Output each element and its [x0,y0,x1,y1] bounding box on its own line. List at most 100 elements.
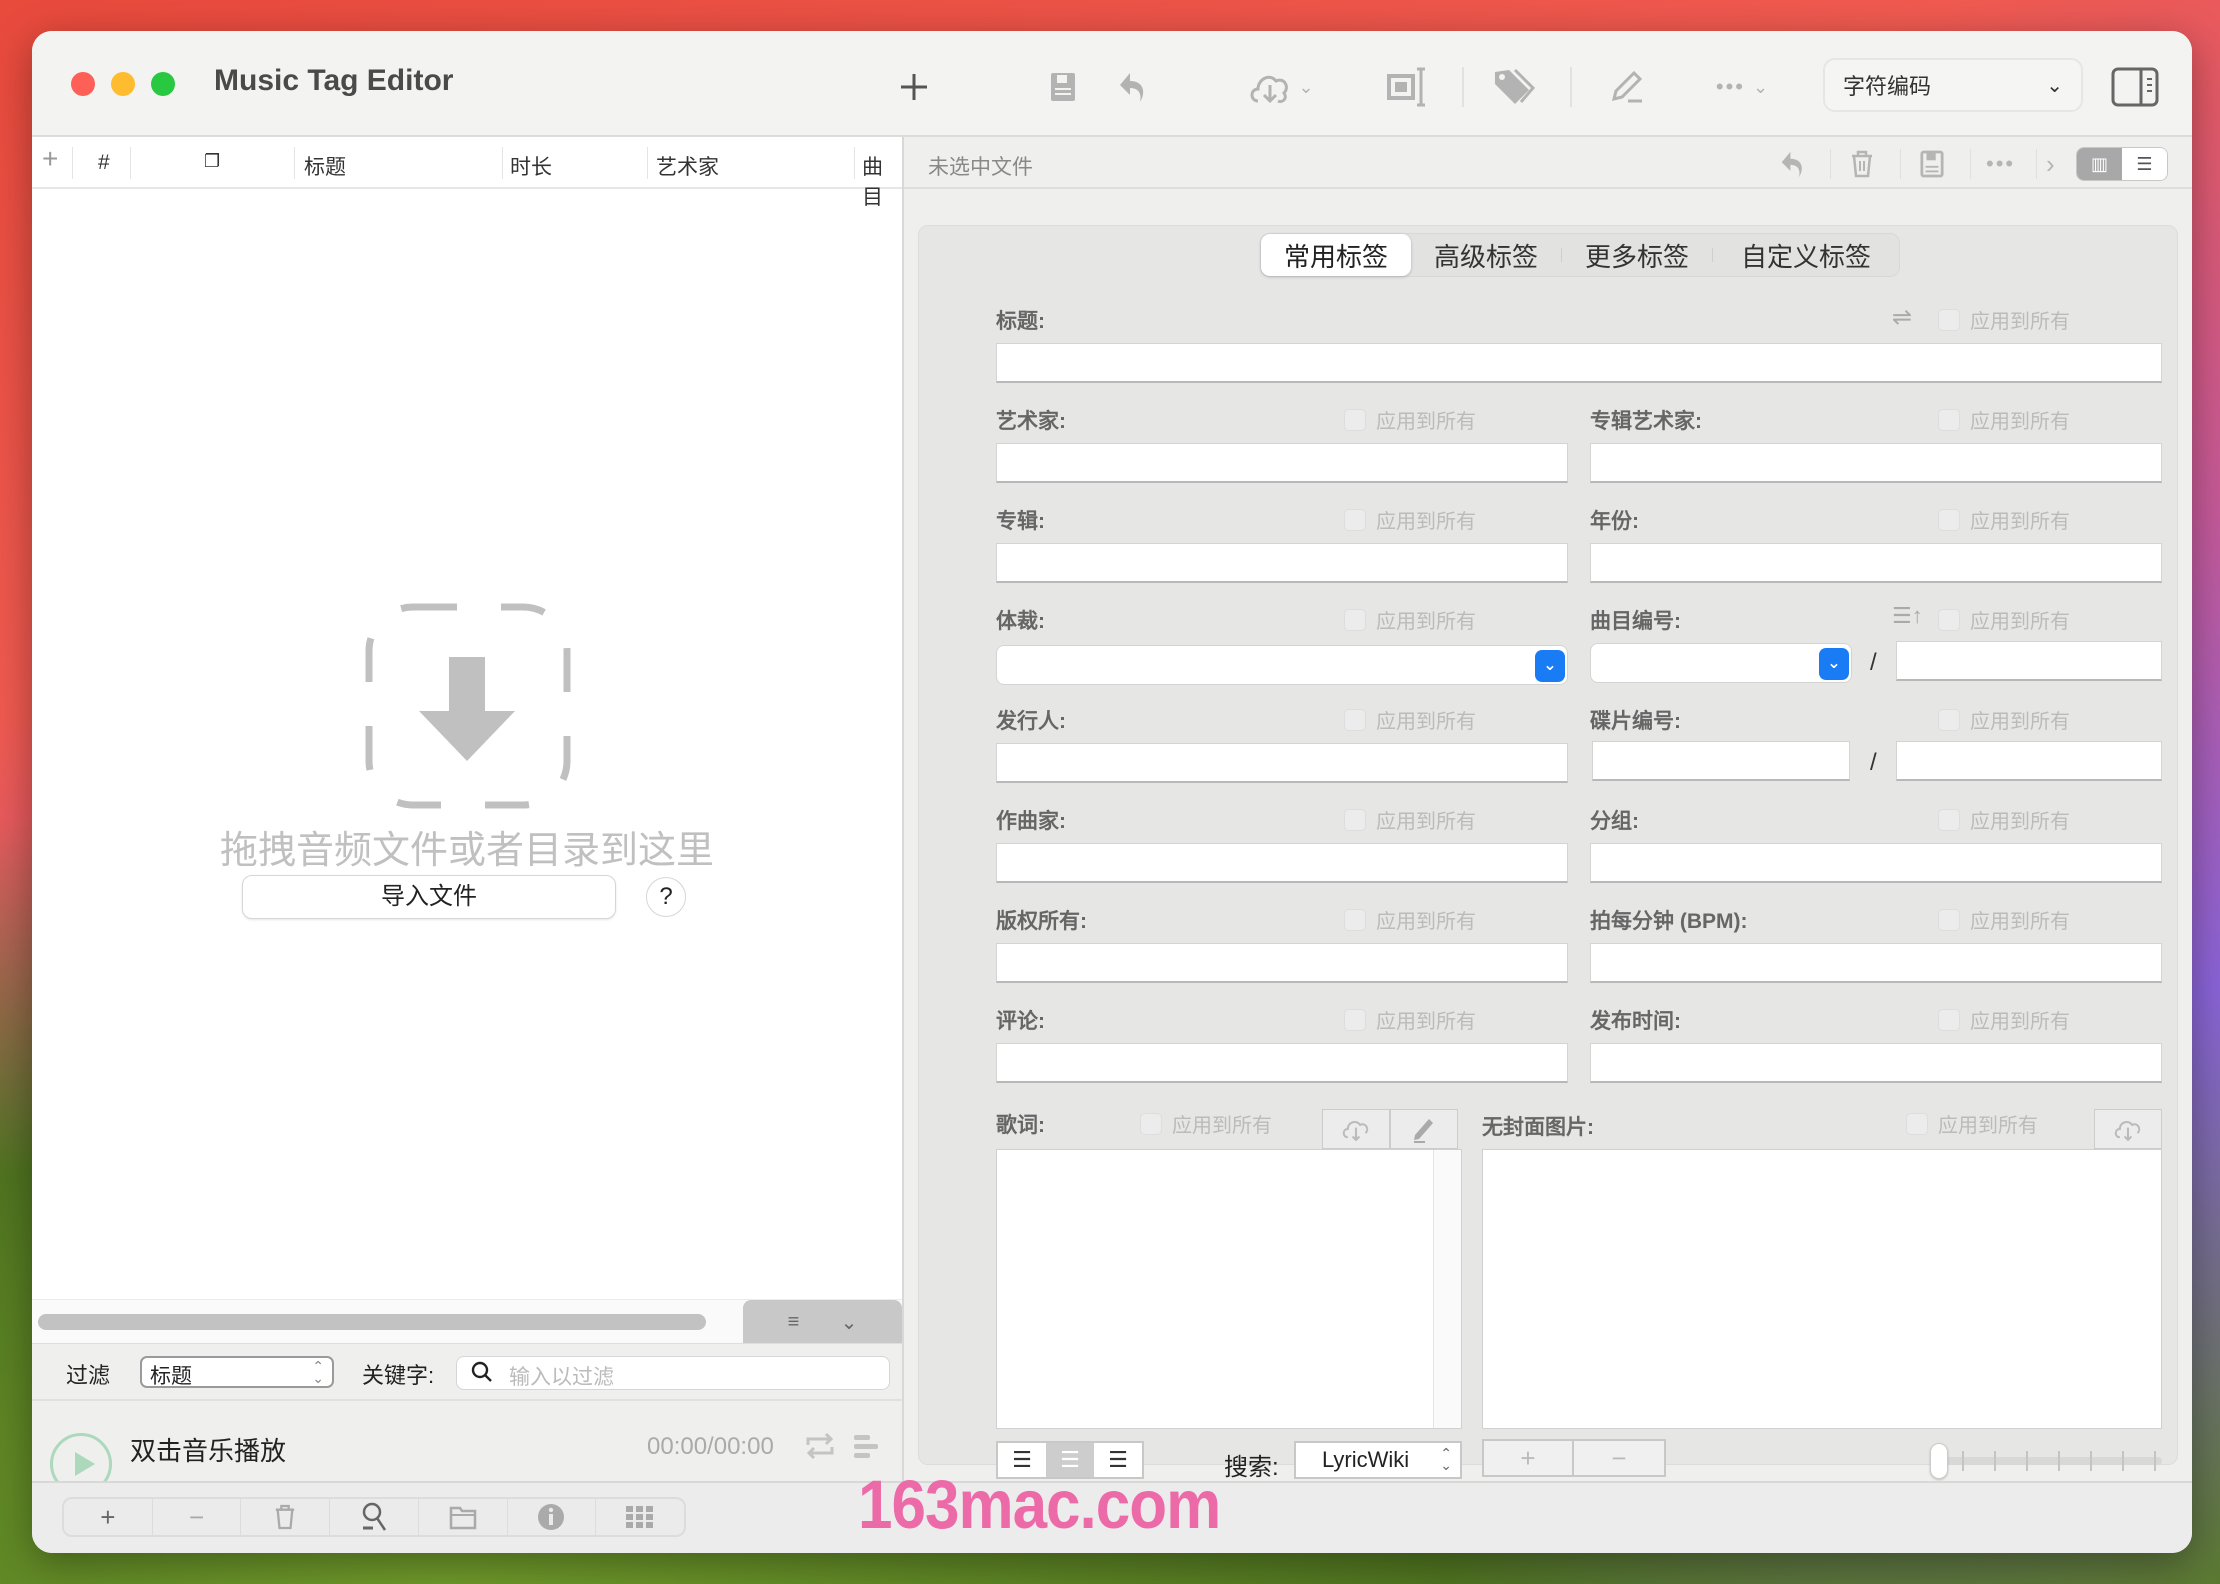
artist-apply-all[interactable]: 应用到所有 [1344,405,1476,434]
chevron-down-icon[interactable]: ⌄ [1819,648,1849,680]
lyrics-source-select[interactable]: LyricWiki ⌃ ⌄ [1294,1441,1462,1479]
column-number[interactable]: # [98,151,110,175]
auto-number-icon[interactable]: ☰↑ [1892,603,1923,629]
cloud-download-icon[interactable]: ⌄ [1246,69,1316,105]
chevron-down-icon[interactable]: ⌄ [841,1310,858,1335]
add-file-button[interactable]: + [64,1499,153,1535]
rename-icon[interactable] [1386,67,1430,107]
playlist-icon[interactable] [850,1433,878,1466]
checkbox[interactable] [1344,1008,1366,1031]
lyrics-textarea[interactable] [996,1149,1462,1429]
comment-input[interactable] [996,1043,1568,1083]
year-apply-all[interactable]: 应用到所有 [1938,505,2070,534]
chevron-down-icon[interactable]: ⌄ [1535,650,1565,682]
column-title[interactable]: 标题 [304,151,346,181]
release-time-apply-all[interactable]: 应用到所有 [1938,1005,2070,1034]
list-view-icon[interactable]: ☰ [2122,148,2167,180]
zoom-button[interactable] [151,72,175,96]
horizontal-scrollbar[interactable]: ≡ ⌄ [32,1299,902,1344]
lyrics-edit-button[interactable] [1390,1109,1458,1149]
info-icon[interactable] [508,1499,597,1535]
composer-input[interactable] [996,843,1568,883]
release-time-input[interactable] [1590,1043,2162,1083]
table-view-icon[interactable]: ▥ [2077,148,2122,180]
title-input[interactable] [996,343,2162,383]
trash-icon[interactable] [1850,149,1874,179]
more-icon[interactable]: ••• [1986,149,2015,179]
publisher-apply-all[interactable]: 应用到所有 [1344,705,1476,734]
tab-custom[interactable]: 自定义标签 [1713,234,1899,276]
revert-icon[interactable] [1780,149,1806,179]
track-number-combo[interactable]: ⌄ [1590,643,1852,683]
checkbox[interactable] [1938,308,1960,331]
checkbox[interactable] [1344,708,1366,731]
minimize-button[interactable] [111,72,135,96]
lyrics-apply-all[interactable]: 应用到所有 [1140,1109,1272,1138]
undo-icon[interactable] [1116,69,1150,105]
checkbox[interactable] [1344,908,1366,931]
encoding-select[interactable]: 字符编码 ⌄ [1823,58,2083,112]
publisher-input[interactable] [996,743,1568,783]
album-artist-input[interactable] [1590,443,2162,483]
cover-image-area[interactable] [1482,1149,2162,1429]
grouping-apply-all[interactable]: 应用到所有 [1938,805,2070,834]
year-input[interactable] [1590,543,2162,583]
tab-more[interactable]: 更多标签 [1562,234,1712,276]
track-apply-all[interactable]: 应用到所有 [1938,605,2070,634]
disc-total-input[interactable] [1896,741,2162,781]
checkbox[interactable] [1938,808,1960,831]
import-files-button[interactable]: 导入文件 [242,875,616,919]
filter-field-select[interactable]: 标题 ⌃ ⌄ [140,1356,334,1388]
lyrics-scrollbar[interactable] [1433,1150,1461,1428]
checkbox[interactable] [1938,908,1960,931]
column-track[interactable]: 曲目 [862,151,902,211]
search-file-icon[interactable] [330,1499,419,1535]
close-button[interactable] [71,72,95,96]
tab-advanced[interactable]: 高级标签 [1411,234,1561,276]
add-icon[interactable] [894,69,934,105]
checkbox[interactable] [1938,708,1960,731]
save-icon[interactable] [1920,149,1944,179]
checkbox[interactable] [1344,608,1366,631]
column-artwork-icon[interactable]: ❐ [204,151,220,172]
chevron-right-icon[interactable]: › [2046,149,2055,179]
more-icon[interactable]: ••• ⌄ [1708,69,1778,105]
checkbox[interactable] [1344,508,1366,531]
save-icon[interactable] [1048,69,1078,105]
trash-icon[interactable] [241,1499,331,1535]
artist-input[interactable] [996,443,1568,483]
help-button[interactable]: ? [646,877,686,917]
checkbox[interactable] [1906,1112,1928,1135]
copyright-apply-all[interactable]: 应用到所有 [1344,905,1476,934]
genre-apply-all[interactable]: 应用到所有 [1344,605,1476,634]
add-column-icon[interactable]: + [42,143,58,175]
checkbox[interactable] [1938,608,1960,631]
view-mode-toggle[interactable]: ▥ ☰ [2076,147,2168,181]
composer-apply-all[interactable]: 应用到所有 [1344,805,1476,834]
tab-common[interactable]: 常用标签 [1261,234,1411,276]
bpm-input[interactable] [1590,943,2162,983]
genre-combo[interactable]: ⌄ [996,645,1568,685]
lyrics-download-button[interactable] [1322,1109,1390,1149]
checkbox[interactable] [1140,1112,1162,1135]
copyright-input[interactable] [996,943,1568,983]
sort-icon[interactable]: ≡ [788,1311,800,1334]
column-artist[interactable]: 艺术家 [656,151,719,181]
grouping-input[interactable] [1590,843,2162,883]
scrollbar-thumb[interactable] [38,1314,706,1330]
edit-icon[interactable] [1608,69,1648,105]
title-apply-all[interactable]: 应用到所有 [1938,305,2070,334]
slider-knob[interactable] [1930,1443,1948,1479]
checkbox[interactable] [1344,808,1366,831]
swap-icon[interactable]: ⇌ [1892,303,1912,332]
sort-toggle[interactable]: ≡ ⌄ [743,1300,902,1344]
album-artist-apply-all[interactable]: 应用到所有 [1938,405,2070,434]
grid-icon[interactable] [596,1499,684,1535]
cover-apply-all[interactable]: 应用到所有 [1906,1109,2038,1138]
sidebar-toggle-icon[interactable] [2110,67,2160,107]
checkbox[interactable] [1938,408,1960,431]
checkbox[interactable] [1344,408,1366,431]
checkbox[interactable] [1938,508,1960,531]
disc-apply-all[interactable]: 应用到所有 [1938,705,2070,734]
comment-apply-all[interactable]: 应用到所有 [1344,1005,1476,1034]
